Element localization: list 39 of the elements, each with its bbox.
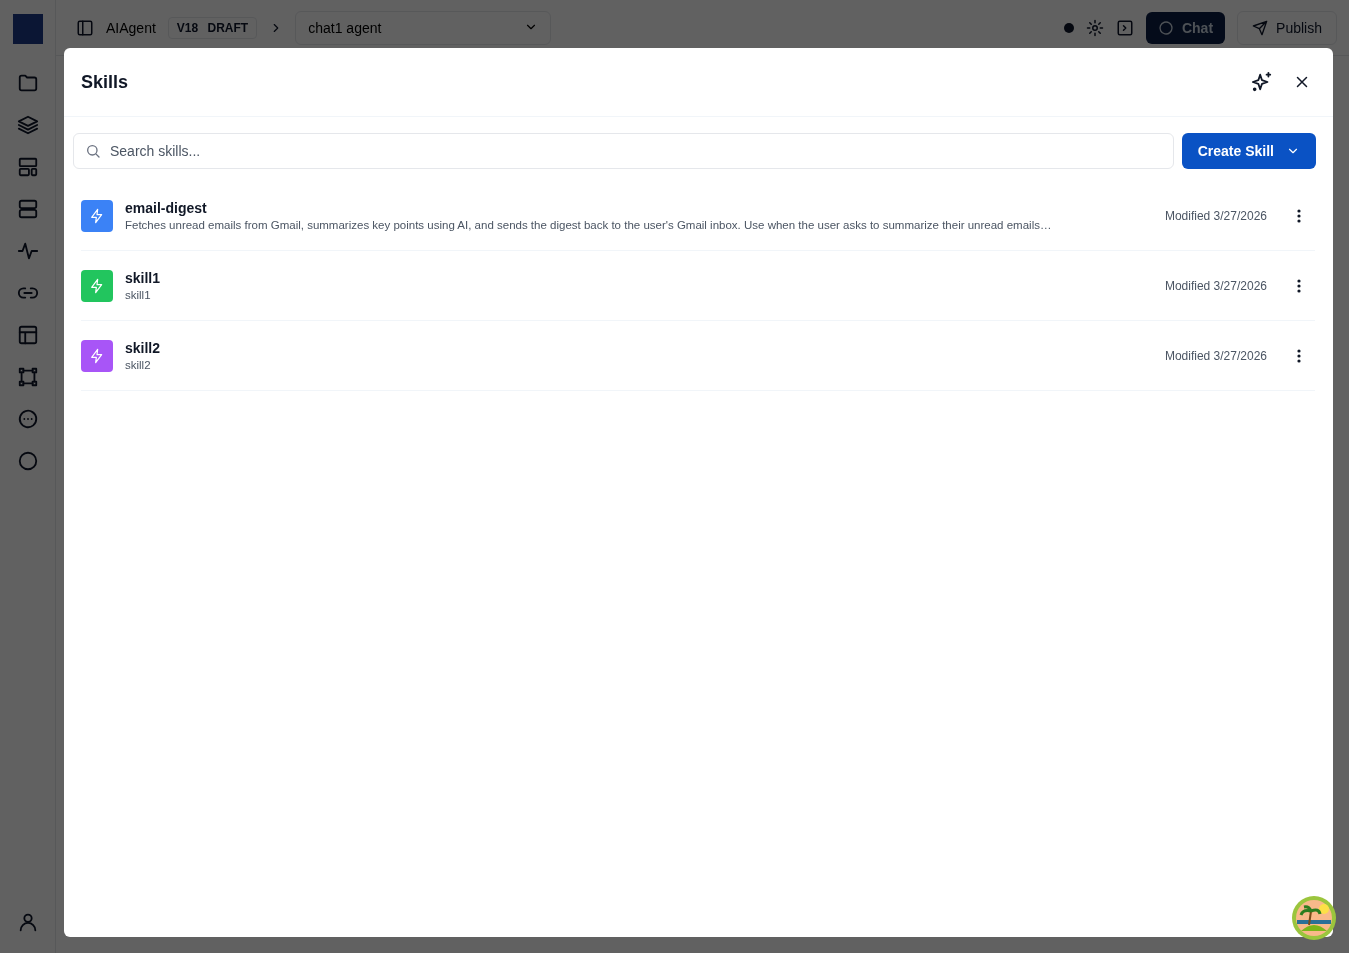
nodes-icon[interactable] (16, 366, 39, 388)
skill-name: skill2 (125, 340, 162, 356)
more-vertical-icon (1297, 208, 1301, 223)
search-field[interactable]: Search skills... (73, 133, 1174, 169)
dialog-title: Skills (81, 71, 130, 93)
island-badge-icon[interactable] (1291, 895, 1337, 941)
modified-date: Modified 3/27/2026 (1164, 348, 1267, 363)
folder-icon[interactable] (16, 72, 39, 94)
sidebar-toggle-icon[interactable] (76, 18, 94, 37)
settings-icon[interactable] (1085, 18, 1104, 37)
app-name-link[interactable]: AIAgent (106, 19, 156, 36)
version-status-badge: V18 DRAFT (167, 16, 258, 39)
modified-date: Modified 3/27/2026 (1164, 278, 1267, 293)
search-icon (85, 143, 101, 159)
sparkles-icon[interactable] (1251, 71, 1273, 93)
skill-description: Fetches unread emails from Gmail, summarizes key points using AI, and sends the digest back to the user's Gmail inbox. Use when the user asks to summarize their unread emails… (125, 219, 1053, 231)
layout-icon[interactable] (16, 156, 39, 178)
send-icon (1252, 19, 1269, 36)
skill-name: skill1 (125, 270, 162, 286)
skill-row[interactable]: skill1 skill1 Modified 3/27/2026 (81, 251, 1315, 321)
table-icon[interactable] (16, 324, 39, 346)
skill-row[interactable]: skill2 skill2 Modified 3/27/2026 (81, 321, 1315, 391)
panel-expand-icon[interactable] (1115, 18, 1134, 37)
more-vertical-icon (1297, 348, 1301, 363)
skill-description: skill2 (125, 359, 152, 371)
app-logo[interactable] (12, 14, 43, 44)
status-dot-icon (1063, 22, 1074, 33)
layers-icon[interactable] (16, 114, 39, 136)
agent-select[interactable]: chat1 agent (295, 10, 552, 45)
activity-icon[interactable] (16, 240, 39, 262)
more-vertical-icon (1297, 278, 1301, 293)
circle-icon[interactable] (16, 450, 39, 472)
chat-button[interactable]: Chat (1145, 11, 1226, 44)
create-skill-button[interactable]: Create Skill (1181, 133, 1316, 169)
publish-button[interactable]: Publish (1237, 10, 1337, 45)
server-icon[interactable] (16, 198, 39, 220)
modified-date: Modified 3/27/2026 (1164, 208, 1267, 223)
skill-name: email-digest (125, 200, 208, 216)
skill-description: skill1 (125, 289, 152, 301)
